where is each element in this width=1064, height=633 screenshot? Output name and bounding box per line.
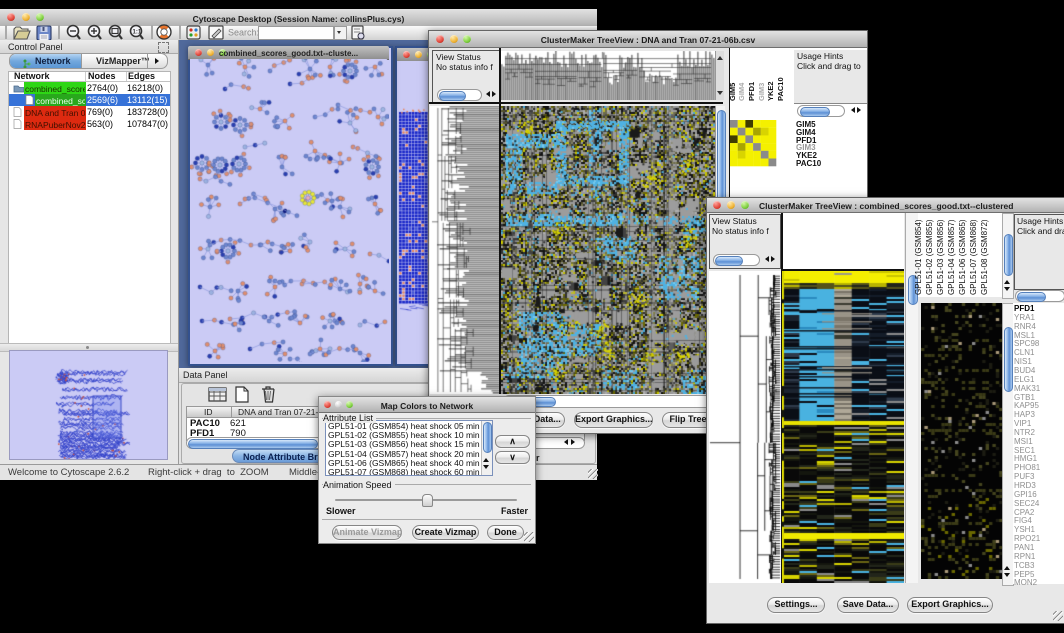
svg-text:Search:: Search: <box>228 28 259 38</box>
svg-text:1:1: 1:1 <box>133 30 142 36</box>
